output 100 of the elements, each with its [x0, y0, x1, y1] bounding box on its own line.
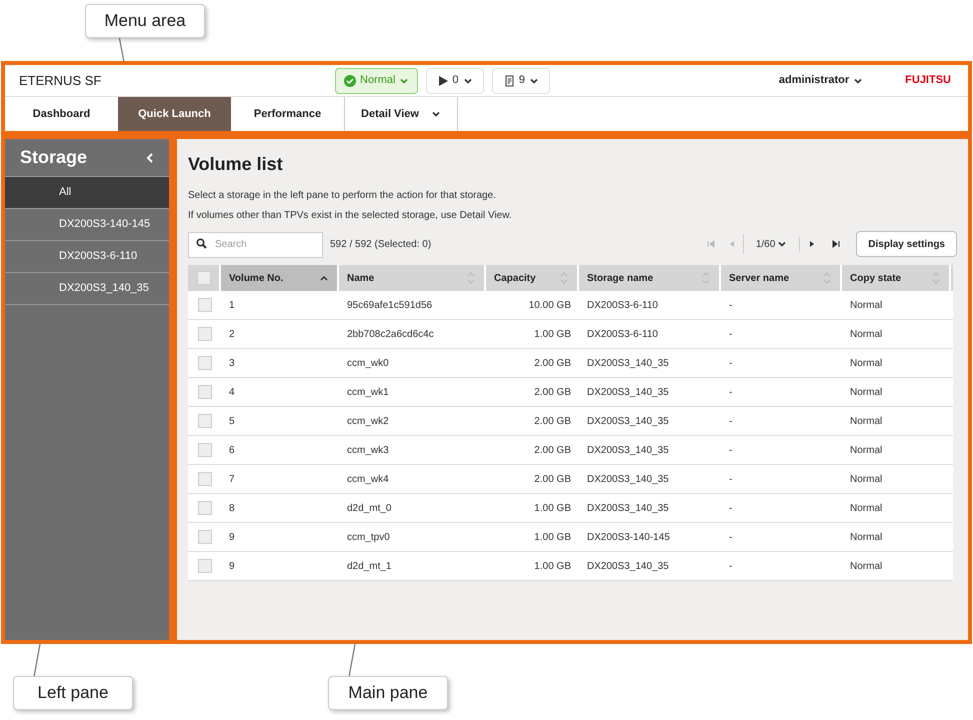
run-count-button[interactable]: 0 [426, 68, 484, 94]
table-cell-text: ccm_wk4 [347, 472, 389, 486]
table-cell-text: 1 [229, 298, 235, 312]
page-title: Volume list [188, 153, 284, 176]
table-cell-text: DX200S3_140_35 [587, 560, 669, 574]
search-icon [196, 238, 207, 249]
table-cell-text: 2.00 GB [534, 444, 571, 458]
table-cell-text: - [729, 414, 732, 428]
table-cell-text: 2.00 GB [534, 356, 571, 370]
row-checkbox[interactable] [198, 472, 212, 486]
row-checkbox[interactable] [198, 414, 212, 428]
table-cell-text: 2 [229, 328, 235, 342]
nav-tab[interactable]: Detail View [344, 97, 458, 131]
table-cell-text: 1.00 GB [534, 530, 571, 544]
callout: Menu area [85, 4, 205, 38]
table-cell-text: 2bb708c2a6cd6c4c [347, 328, 434, 342]
table-cell-text: d2d_mt_1 [347, 560, 392, 574]
row-checkbox[interactable] [198, 327, 212, 341]
table-cell-text: 2.00 GB [534, 414, 571, 428]
row-checkbox[interactable] [198, 530, 212, 544]
last-page-icon [832, 240, 840, 248]
storage-item[interactable]: DX200S3_140_35 [5, 273, 169, 305]
page-selector[interactable]: 1/60 [744, 236, 800, 252]
row-checkbox[interactable] [198, 443, 212, 457]
previous-page-icon [729, 240, 736, 248]
table-cell-text: ccm_tpv0 [347, 530, 390, 544]
table-cell-text: Normal [850, 414, 882, 428]
callout: Main pane [328, 676, 448, 710]
table-cell-text: 95c69afe1c591d56 [347, 298, 432, 312]
nav-tab[interactable]: Quick Launch [118, 97, 231, 131]
document-icon [504, 74, 515, 86]
table-cell-text: DX200S3-6-110 [587, 328, 658, 342]
next-page-icon [809, 240, 816, 248]
table-cell-text: - [729, 328, 732, 342]
table-cell-text: DX200S3_140_35 [587, 472, 669, 486]
table-cell-text: Normal [850, 502, 882, 516]
table-cell-text: DX200S3-6-110 [587, 298, 658, 312]
table-cell-text: Normal [850, 356, 882, 370]
table-cell-text: Normal [850, 444, 882, 458]
user-menu[interactable]: administrator [778, 72, 864, 89]
table-cell-text: - [729, 356, 732, 370]
table-cell-text: 9 [229, 560, 235, 574]
table-cell-text: 10.00 GB [528, 298, 571, 312]
table-cell-text: ccm_wk3 [347, 444, 389, 458]
select-all-checkbox[interactable] [196, 271, 210, 285]
table-cell-text: 4 [229, 386, 235, 400]
table-cell-text: 9 [229, 530, 235, 544]
product-name: ETERNUS SF [19, 72, 102, 90]
table-cell-text: 1.00 GB [534, 560, 571, 574]
collapse-button[interactable] [146, 152, 154, 162]
row-checkbox[interactable] [198, 501, 212, 515]
table-cell-text: 2.00 GB [534, 386, 571, 400]
row-checkbox[interactable] [198, 356, 212, 370]
description-text: If volumes other than TPVs exist in the selected storage, use Detail View. [188, 210, 513, 222]
display-settings-button[interactable]: Display settings [856, 231, 957, 257]
table-cell-text: DX200S3_140_35 [587, 502, 669, 516]
table-cell-text: - [729, 472, 732, 486]
column-header[interactable]: Volume No. [221, 265, 339, 291]
nav-tab[interactable]: Performance [231, 97, 344, 131]
row-checkbox[interactable] [198, 559, 212, 573]
table-cell-text: DX200S3_140_35 [587, 386, 669, 400]
chevron-left-icon [146, 152, 154, 162]
table-cell-text: Normal [850, 328, 882, 342]
table-cell-text: Normal [850, 530, 882, 544]
table-cell-text: - [729, 530, 732, 544]
table-cell-text: - [729, 444, 732, 458]
table-cell-text: 5 [229, 414, 235, 428]
storage-item[interactable]: DX200S3-6-110 [5, 241, 169, 273]
table-cell-text: - [729, 502, 732, 516]
table-cell-text: 7 [229, 472, 235, 486]
table-cell-text: ccm_wk2 [347, 414, 389, 428]
table-cell-text: - [729, 386, 732, 400]
row-checkbox[interactable] [198, 385, 212, 399]
chevron-down-icon [777, 239, 788, 249]
table-cell-text: DX200S3-140-145 [587, 530, 670, 544]
play-icon [438, 76, 448, 86]
table-cell-text: ccm_wk0 [347, 356, 389, 370]
table-cell-text: 2.00 GB [534, 472, 571, 486]
table-cell-text: DX200S3_140_35 [587, 356, 669, 370]
storage-item[interactable]: All [5, 177, 169, 209]
table-cell-text: 8 [229, 502, 235, 516]
table-cell-text: ccm_wk1 [347, 386, 389, 400]
table-cell-text: DX200S3_140_35 [587, 414, 669, 428]
table-cell-text: Normal [850, 560, 882, 574]
brand-logo: FUJITSU [905, 73, 951, 88]
pane-title: Storage [20, 146, 88, 169]
table-cell-text: Normal [850, 472, 882, 486]
row-checkbox[interactable] [198, 298, 212, 312]
nav-tab[interactable]: Dashboard [5, 97, 118, 131]
table-cell-text: Normal [850, 298, 882, 312]
storage-item[interactable]: DX200S3-140-145 [5, 209, 169, 241]
table-cell-text: - [729, 560, 732, 574]
search-field[interactable]: Search [188, 232, 323, 258]
table-cell-text: 1.00 GB [534, 502, 571, 516]
table-cell-text: - [729, 298, 732, 312]
table-cell-text: 6 [229, 444, 235, 458]
log-count-button[interactable]: 9 [492, 68, 550, 94]
callout: Left pane [13, 676, 133, 710]
result-count: 592 / 592 (Selected: 0) [330, 238, 432, 252]
table-cell-text: Normal [850, 386, 882, 400]
